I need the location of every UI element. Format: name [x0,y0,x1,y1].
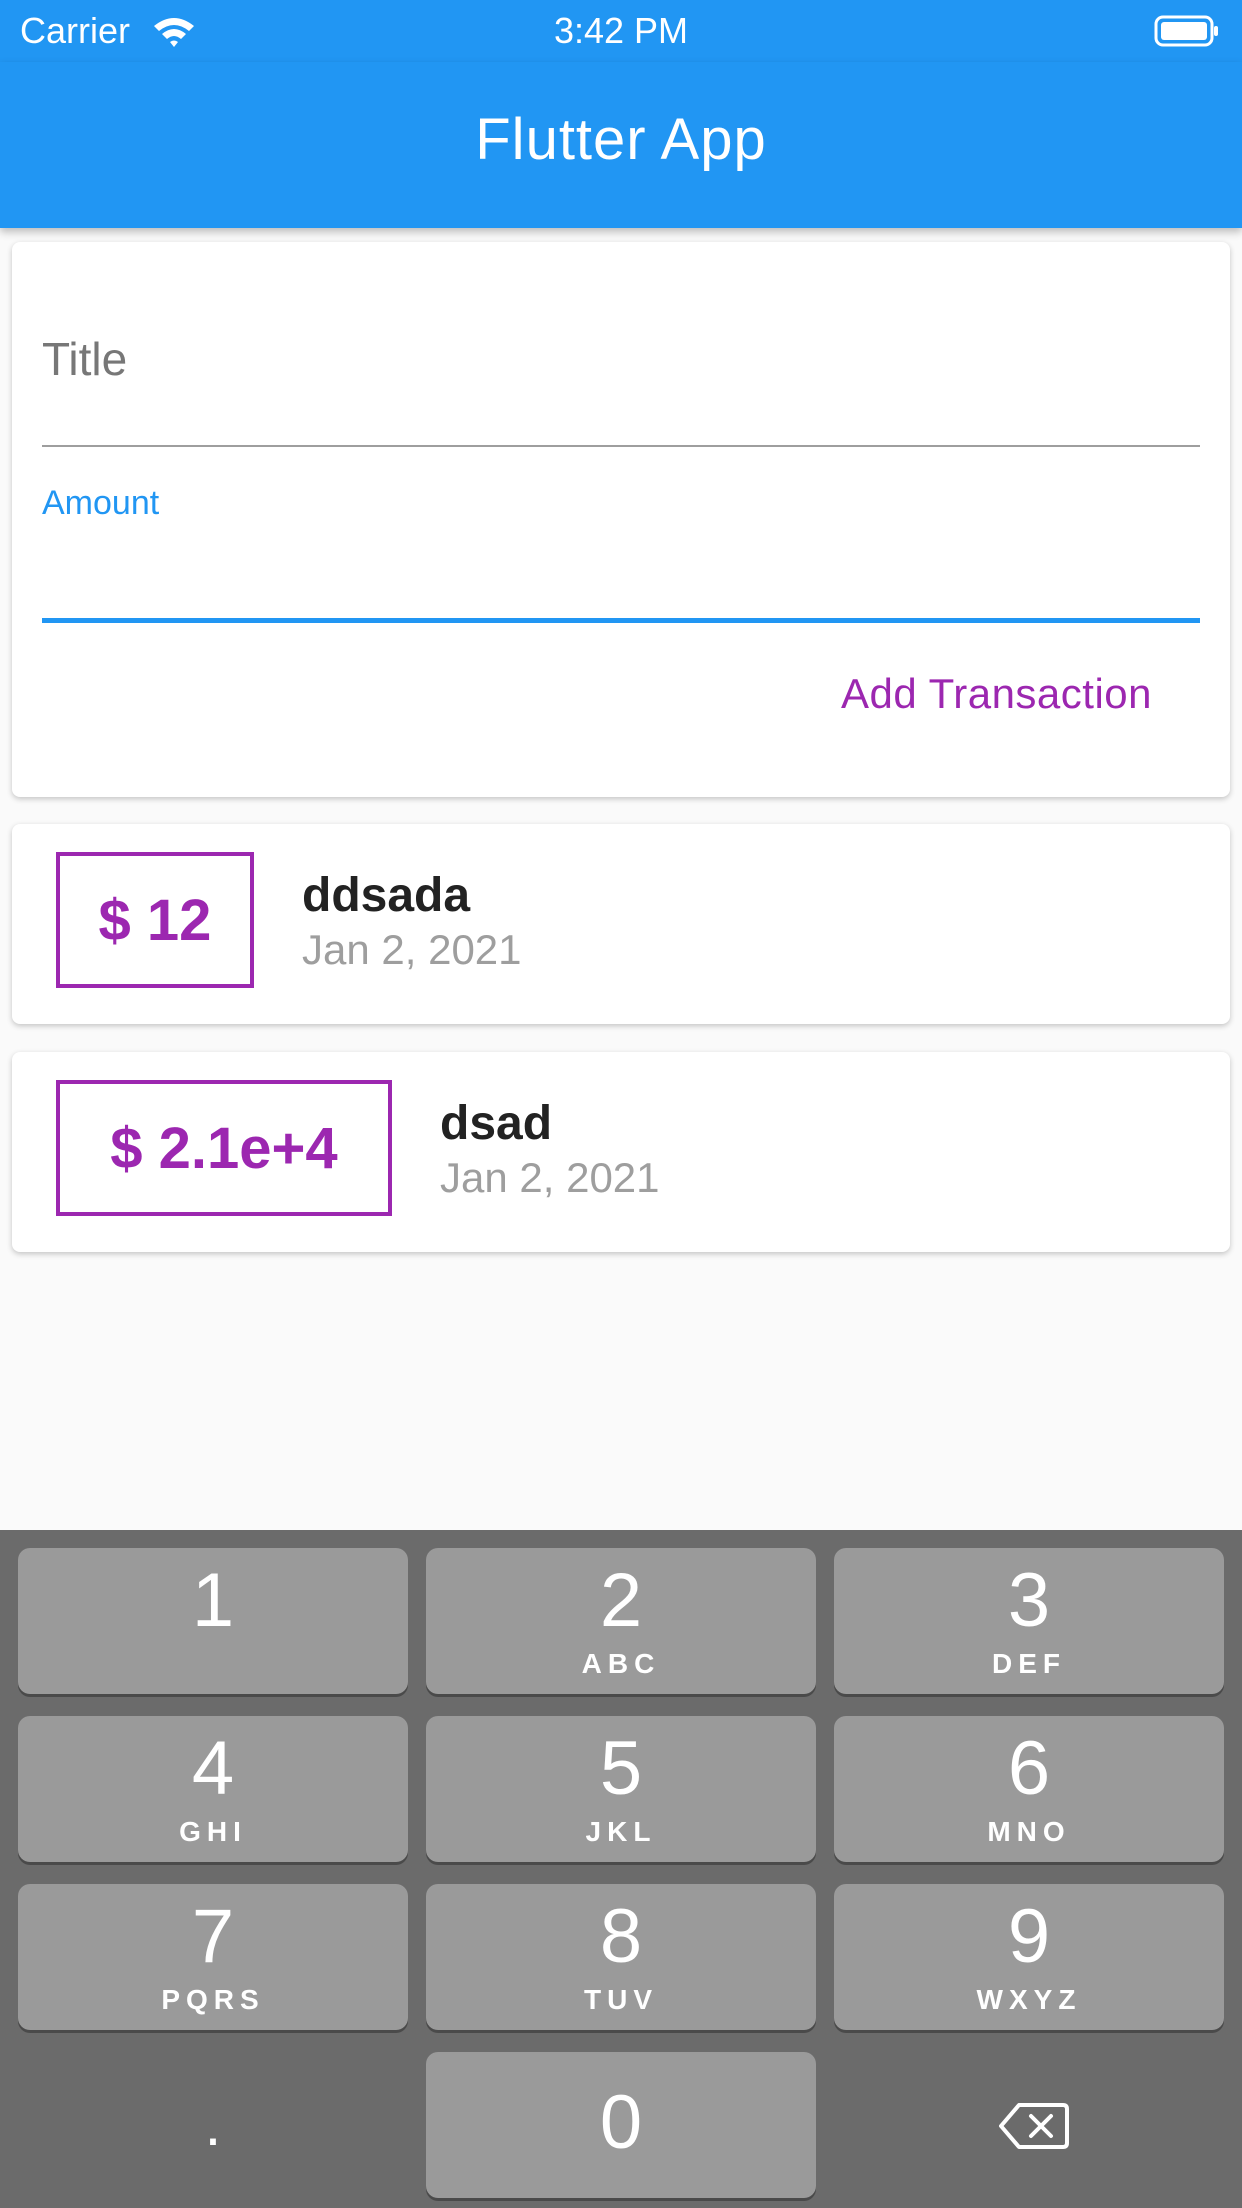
delete-key[interactable] [834,2052,1224,2198]
transaction-title: dsad [440,1097,553,1150]
key-digit: 4 [191,1726,235,1811]
backspace-icon [999,2103,1069,2149]
key-digit: 0 [599,2080,643,2165]
key-letters: WXYZ [976,1984,1082,2015]
key-letters: GHI [179,1816,247,1847]
transaction-date: Jan 2, 2021 [440,1154,660,1201]
list-item: $ 12 ddsada Jan 2, 2021 [12,824,1230,1024]
key-9[interactable]: 9 WXYZ [834,1884,1224,2030]
key-4[interactable]: 4 GHI [18,1716,408,1862]
title-input[interactable]: Title [42,332,127,386]
key-letters: MNO [987,1816,1071,1847]
amount-input[interactable] [42,542,1200,612]
amount-badge: $ 12 [56,852,254,988]
app-bar: Flutter App [0,62,1242,228]
status-bar: Carrier 3:42 PM [0,0,1242,62]
key-letters: PQRS [161,1984,265,2015]
key-letters: TUV [584,1984,658,2015]
add-transaction-button[interactable]: Add Transaction [841,670,1152,718]
transaction-title: ddsada [302,869,471,922]
title-input-underline [42,445,1200,447]
key-letters: DEF [992,1648,1066,1679]
key-5[interactable]: 5 JKL [426,1716,816,1862]
key-2[interactable]: 2 ABC [426,1548,816,1694]
key-6[interactable]: 6 MNO [834,1716,1224,1862]
key-8[interactable]: 8 TUV [426,1884,816,2030]
transaction-form-card: Title Amount Add Transaction [12,242,1230,797]
key-decimal[interactable]: . [18,2052,408,2198]
key-digit: 7 [191,1894,235,1979]
key-3[interactable]: 3 DEF [834,1548,1224,1694]
key-0[interactable]: 0 [426,2052,816,2198]
key-digit: 5 [599,1726,643,1811]
battery-icon [1154,15,1218,47]
amount-field-label: Amount [42,484,160,522]
key-digit: 3 [1007,1558,1051,1643]
clock: 3:42 PM [553,10,689,51]
transaction-date: Jan 2, 2021 [302,926,522,973]
key-letters: JKL [585,1816,657,1847]
key-1[interactable]: 1 [18,1548,408,1694]
key-letters: ABC [581,1648,661,1679]
numeric-keypad: 1 2 ABC 3 DEF 4 GHI 5 JKL 6 MNO 7 PQRS 8… [0,1530,1242,2208]
amount-input-underline [42,618,1200,623]
key-7[interactable]: 7 PQRS [18,1884,408,2030]
key-digit: 6 [1007,1726,1051,1811]
key-digit: 9 [1007,1894,1051,1979]
amount-badge: $ 2.1e+4 [56,1080,392,1216]
key-digit: 1 [191,1558,235,1643]
page-title: Flutter App [475,107,767,172]
key-digit: 8 [599,1894,643,1979]
list-item: $ 2.1e+4 dsad Jan 2, 2021 [12,1052,1230,1252]
key-digit: 2 [599,1558,643,1643]
